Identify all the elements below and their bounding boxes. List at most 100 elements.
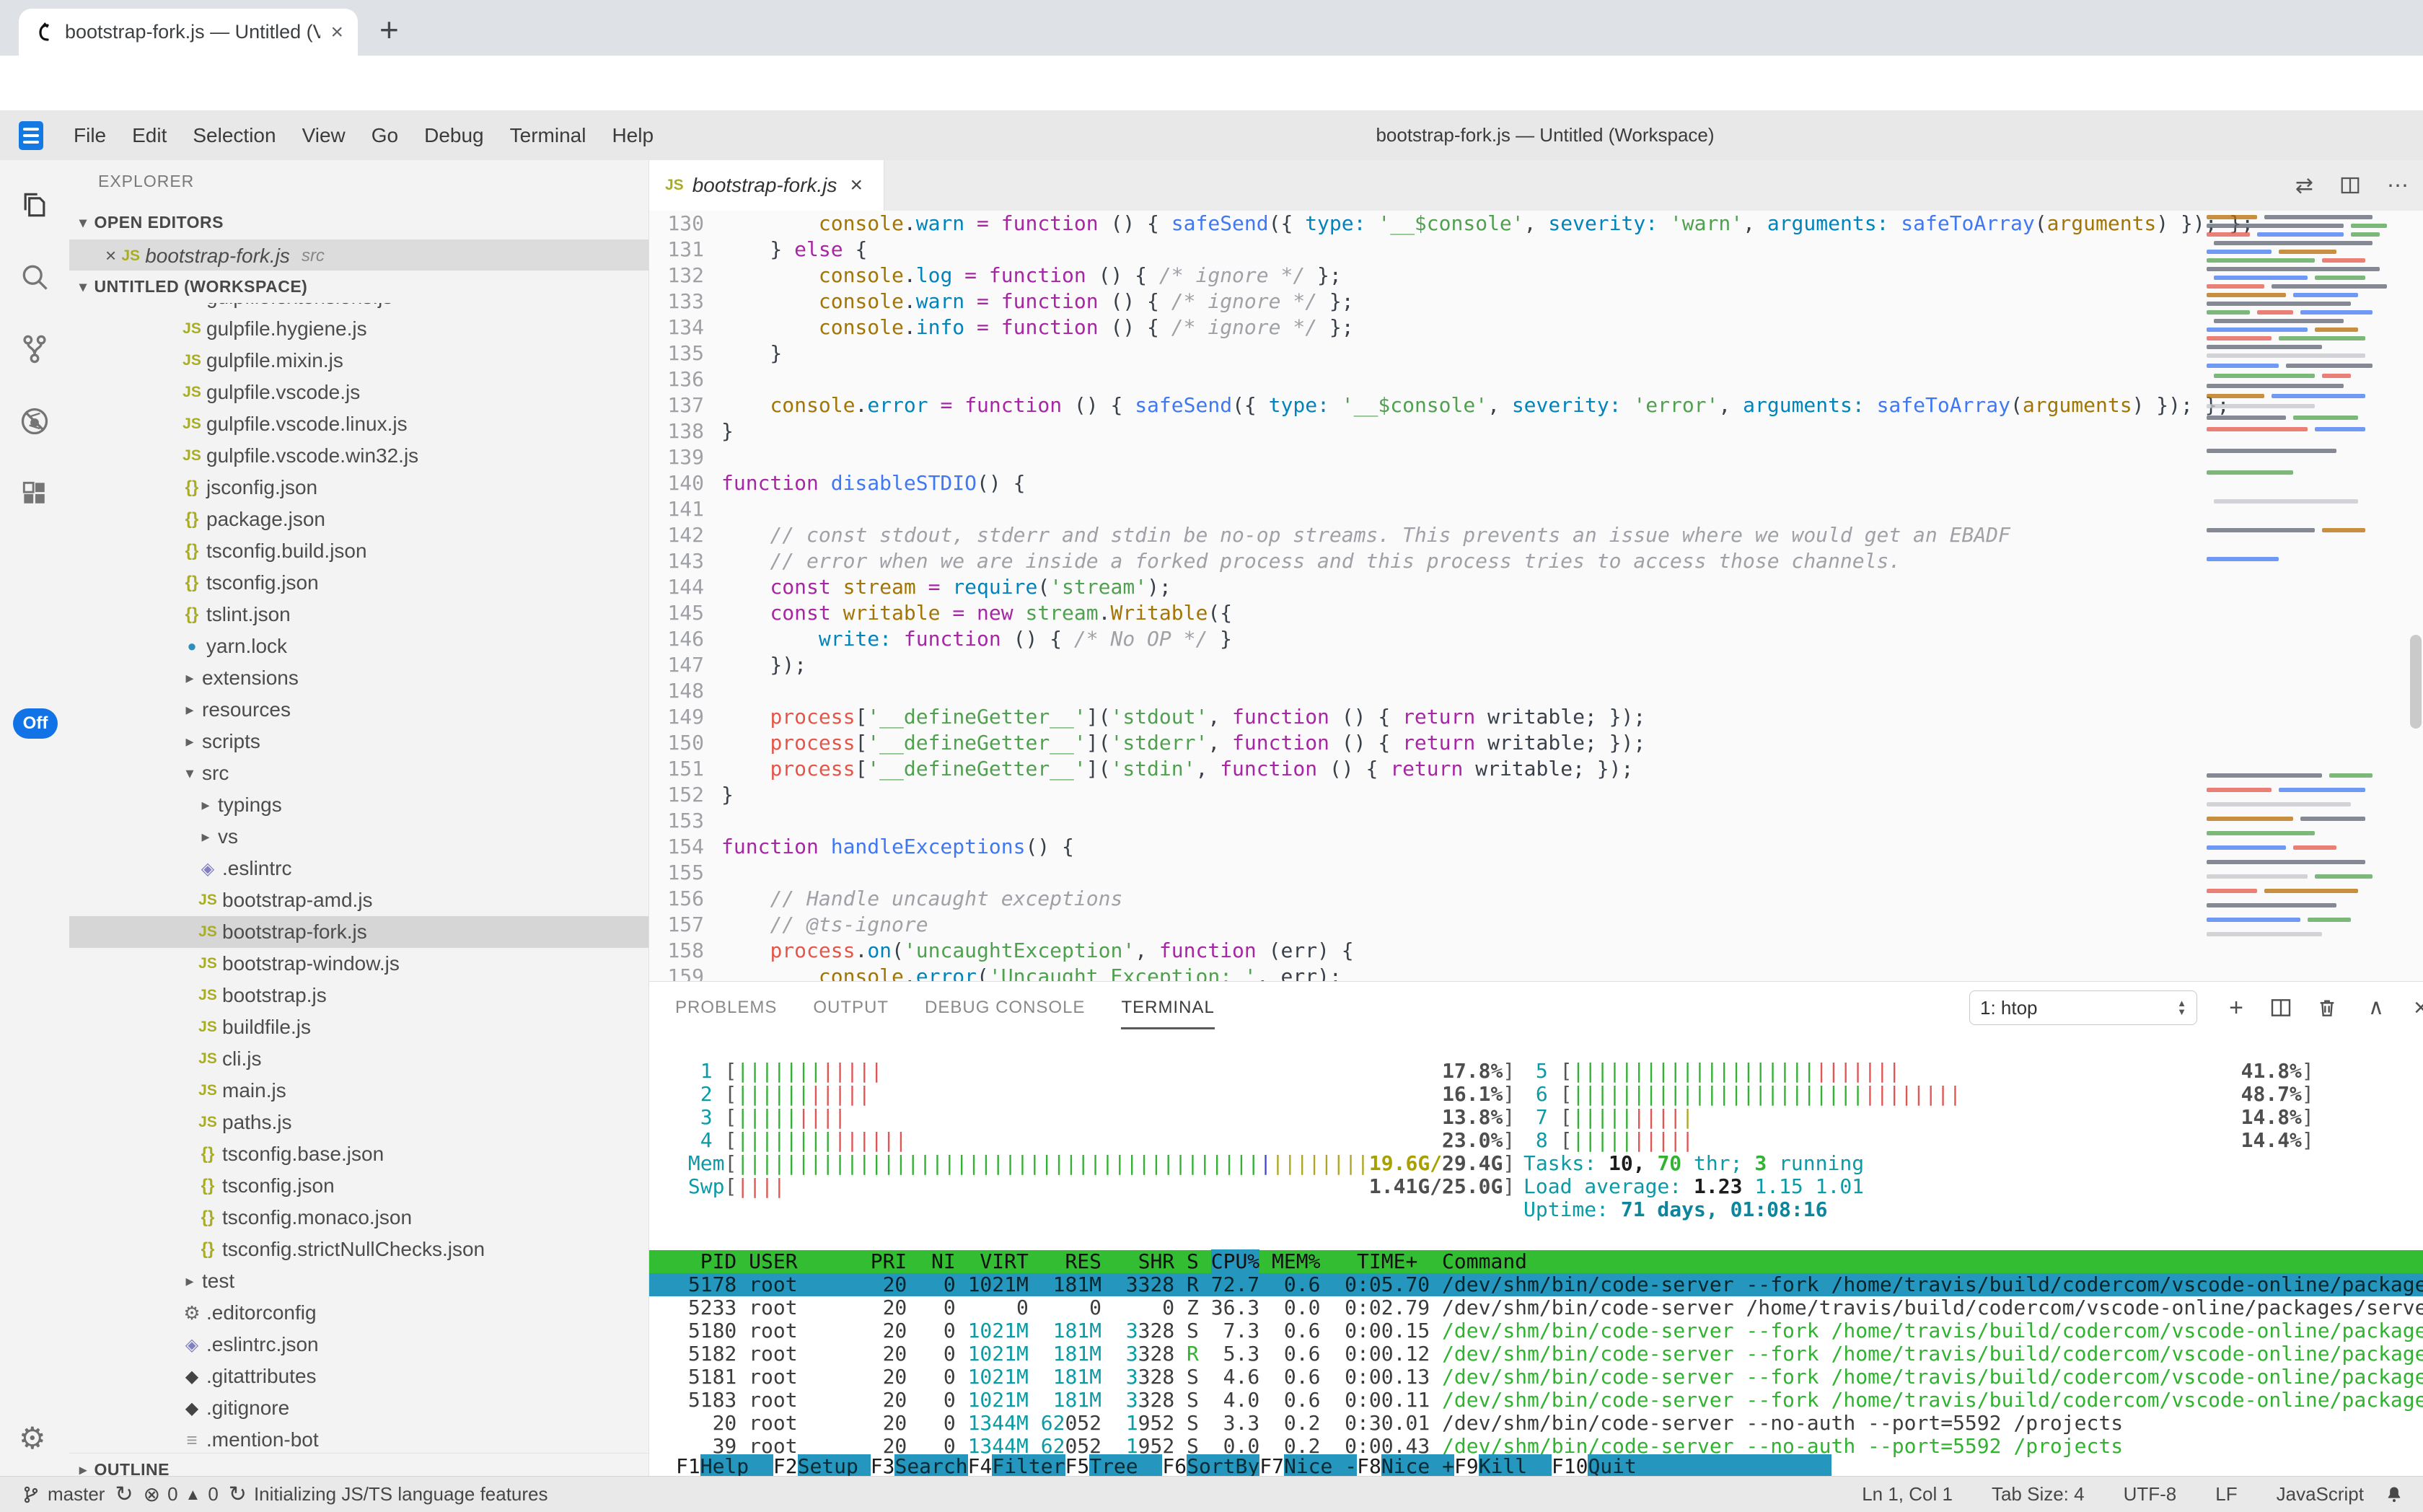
minimap-line xyxy=(2207,932,2322,936)
switch-editor-icon[interactable]: ⇄ xyxy=(2295,173,2313,198)
tree-item-gulpfile.mixin.js[interactable]: JSgulpfile.mixin.js xyxy=(69,345,648,377)
panel-tab-terminal[interactable]: TERMINAL xyxy=(1121,998,1214,1018)
panel-tab-debug-console[interactable]: DEBUG CONSOLE xyxy=(925,998,1085,1018)
tree-item-tsconfig.json[interactable]: {}tsconfig.json xyxy=(69,1170,648,1202)
tree-item-.mention-bot[interactable]: ≡.mention-bot xyxy=(69,1424,648,1456)
tree-item-jsconfig.json[interactable]: {}jsconfig.json xyxy=(69,472,648,504)
br-icon: {} xyxy=(193,1144,222,1164)
menu-terminal[interactable]: Terminal xyxy=(497,124,599,147)
tree-item-tsconfig.build.json[interactable]: {}tsconfig.build.json xyxy=(69,535,648,567)
terminal-select[interactable]: 1: htop ▲▼ xyxy=(1969,990,2197,1025)
tree-item-package.json[interactable]: {}package.json xyxy=(69,504,648,535)
htop-table-header[interactable]: PID USER PRI NI VIRT RES SHR S CPU% MEM%… xyxy=(649,1250,2423,1273)
minimap-line xyxy=(2207,293,2286,297)
problems-item[interactable]: ⊗ 0 ▲ 0 xyxy=(144,1482,219,1506)
tree-item-tsconfig.json[interactable]: {}tsconfig.json xyxy=(69,567,648,599)
maximize-panel-icon[interactable]: ∧ xyxy=(2362,993,2391,1022)
extensions-icon[interactable] xyxy=(19,478,50,509)
explorer-icon[interactable] xyxy=(19,189,50,221)
more-actions-icon[interactable]: ⋯ xyxy=(2387,173,2409,198)
tree-item-tsconfig.monaco.json[interactable]: {}tsconfig.monaco.json xyxy=(69,1202,648,1234)
tree-item-.gitattributes[interactable]: ◆.gitattributes xyxy=(69,1361,648,1392)
tree-item-paths.js[interactable]: JSpaths.js xyxy=(69,1107,648,1138)
tree-item-tslint.json[interactable]: {}tslint.json xyxy=(69,599,648,630)
status-javascript[interactable]: JavaScript xyxy=(2277,1483,2364,1506)
tree-item-vs[interactable]: ▸vs xyxy=(69,821,648,853)
tree-item-.gitignore[interactable]: ◆.gitignore xyxy=(69,1392,648,1424)
tree-item-buildfile.js[interactable]: JSbuildfile.js xyxy=(69,1011,648,1043)
off-badge[interactable]: Off xyxy=(13,708,58,739)
open-editor-item[interactable]: × JS bootstrap-fork.js src xyxy=(69,239,648,272)
minimap-line xyxy=(2207,470,2293,475)
panel-tab-output[interactable]: OUTPUT xyxy=(813,998,889,1018)
editor-tab-close-icon[interactable]: × xyxy=(850,173,863,198)
tree-item-.eslintrc[interactable]: ◈.eslintrc xyxy=(69,853,648,884)
tree-item-gulpfile.vscode.win32.js[interactable]: JSgulpfile.vscode.win32.js xyxy=(69,440,648,472)
tree-item-src[interactable]: ▾src xyxy=(69,757,648,789)
tree-item-gulpfile.vscode.js[interactable]: JSgulpfile.vscode.js xyxy=(69,377,648,408)
tree-item-typings[interactable]: ▸typings xyxy=(69,789,648,821)
open-editors-header[interactable]: ▾ OPEN EDITORS xyxy=(69,206,648,239)
tree-item-.eslintrc.json[interactable]: ◈.eslintrc.json xyxy=(69,1329,648,1361)
tree-item-.editorconfig[interactable]: ⚙.editorconfig xyxy=(69,1297,648,1329)
terminal[interactable]: 1 [|||||||||||| 17.8%] 2 [||||||||||| 16… xyxy=(649,1034,2423,1476)
split-editor-icon[interactable] xyxy=(2339,175,2361,196)
tree-item-tsconfig.strictNullChecks.json[interactable]: {}tsconfig.strictNullChecks.json xyxy=(69,1234,648,1265)
menu-selection[interactable]: Selection xyxy=(180,124,289,147)
menu-file[interactable]: File xyxy=(61,124,119,147)
menu-edit[interactable]: Edit xyxy=(119,124,180,147)
panel-tab-problems[interactable]: PROBLEMS xyxy=(675,998,777,1018)
editor-scrollbar[interactable] xyxy=(2410,635,2422,729)
tree-item-resources[interactable]: ▸resources xyxy=(69,694,648,726)
tree-item-yarn.lock[interactable]: ●yarn.lock xyxy=(69,630,648,662)
source-control-icon[interactable] xyxy=(19,333,50,365)
split-terminal-icon[interactable] xyxy=(2269,996,2298,1025)
bell-icon[interactable] xyxy=(2384,1485,2423,1505)
minimap-line xyxy=(2207,232,2250,237)
tree-item-bootstrap-amd.js[interactable]: JSbootstrap-amd.js xyxy=(69,884,648,916)
new-tab-button[interactable]: + xyxy=(379,10,399,49)
git-branch-item[interactable]: master xyxy=(22,1483,105,1506)
code-editor[interactable]: 130 console.warn = function () { safeSen… xyxy=(649,211,2423,981)
git-icon: ◆ xyxy=(177,1366,206,1387)
status-tab-size-4[interactable]: Tab Size: 4 xyxy=(1992,1483,2085,1506)
debug-disabled-icon[interactable] xyxy=(19,405,50,437)
close-icon[interactable]: × xyxy=(105,245,116,267)
status-ln-1-col-1[interactable]: Ln 1, Col 1 xyxy=(1862,1483,1953,1506)
search-icon[interactable] xyxy=(19,261,50,293)
tab-close-icon[interactable]: × xyxy=(330,20,343,45)
minimap-line xyxy=(2293,845,2336,850)
new-terminal-icon[interactable]: + xyxy=(2222,993,2251,1022)
tree-item-bootstrap-window.js[interactable]: JSbootstrap-window.js xyxy=(69,948,648,980)
editor-tab[interactable]: JS bootstrap-fork.js × xyxy=(649,160,884,211)
menu-go[interactable]: Go xyxy=(359,124,411,147)
tree-item-gulpfile.hygiene.js[interactable]: JSgulpfile.hygiene.js xyxy=(69,313,648,345)
outline-header[interactable]: ▸ OUTLINE xyxy=(69,1453,648,1476)
tree-item-label: tsconfig.strictNullChecks.json xyxy=(222,1238,485,1261)
status-lf[interactable]: LF xyxy=(2215,1483,2237,1506)
status-utf-8[interactable]: UTF-8 xyxy=(2124,1483,2177,1506)
tree-item-tsconfig.base.json[interactable]: {}tsconfig.base.json xyxy=(69,1138,648,1170)
menu-view[interactable]: View xyxy=(289,124,359,147)
tree-item-cli.js[interactable]: JScli.js xyxy=(69,1043,648,1075)
sync-icon[interactable]: ↻ xyxy=(115,1482,133,1507)
tree-item-test[interactable]: ▸test xyxy=(69,1265,648,1297)
tree-item-extensions[interactable]: ▸extensions xyxy=(69,662,648,694)
menu-debug[interactable]: Debug xyxy=(411,124,497,147)
minimap-line xyxy=(2214,276,2308,280)
code-line-153: 153 xyxy=(649,808,2423,834)
settings-gear-icon[interactable]: ⚙ xyxy=(19,1420,46,1456)
minimap[interactable] xyxy=(2207,211,2401,981)
tree-item-main.js[interactable]: JSmain.js xyxy=(69,1075,648,1107)
browser-tab[interactable]: bootstrap-fork.js — Untitled (V × xyxy=(19,9,358,56)
menu-help[interactable]: Help xyxy=(599,124,667,147)
minimap-line xyxy=(2300,310,2373,315)
tree-item-bootstrap.js[interactable]: JSbootstrap.js xyxy=(69,980,648,1011)
tree-item-bootstrap-fork.js[interactable]: JSbootstrap-fork.js xyxy=(69,916,648,948)
status-bar: master ↻ ⊗ 0 ▲ 0 ↻ Initializing JS/TS la… xyxy=(0,1476,2423,1512)
kill-terminal-icon[interactable] xyxy=(2316,996,2344,1025)
workspace-header[interactable]: ▾ UNTITLED (WORKSPACE) xyxy=(69,271,648,303)
close-panel-icon[interactable]: × xyxy=(2406,993,2423,1022)
tree-item-gulpfile.vscode.linux.js[interactable]: JSgulpfile.vscode.linux.js xyxy=(69,408,648,440)
tree-item-scripts[interactable]: ▸scripts xyxy=(69,726,648,757)
